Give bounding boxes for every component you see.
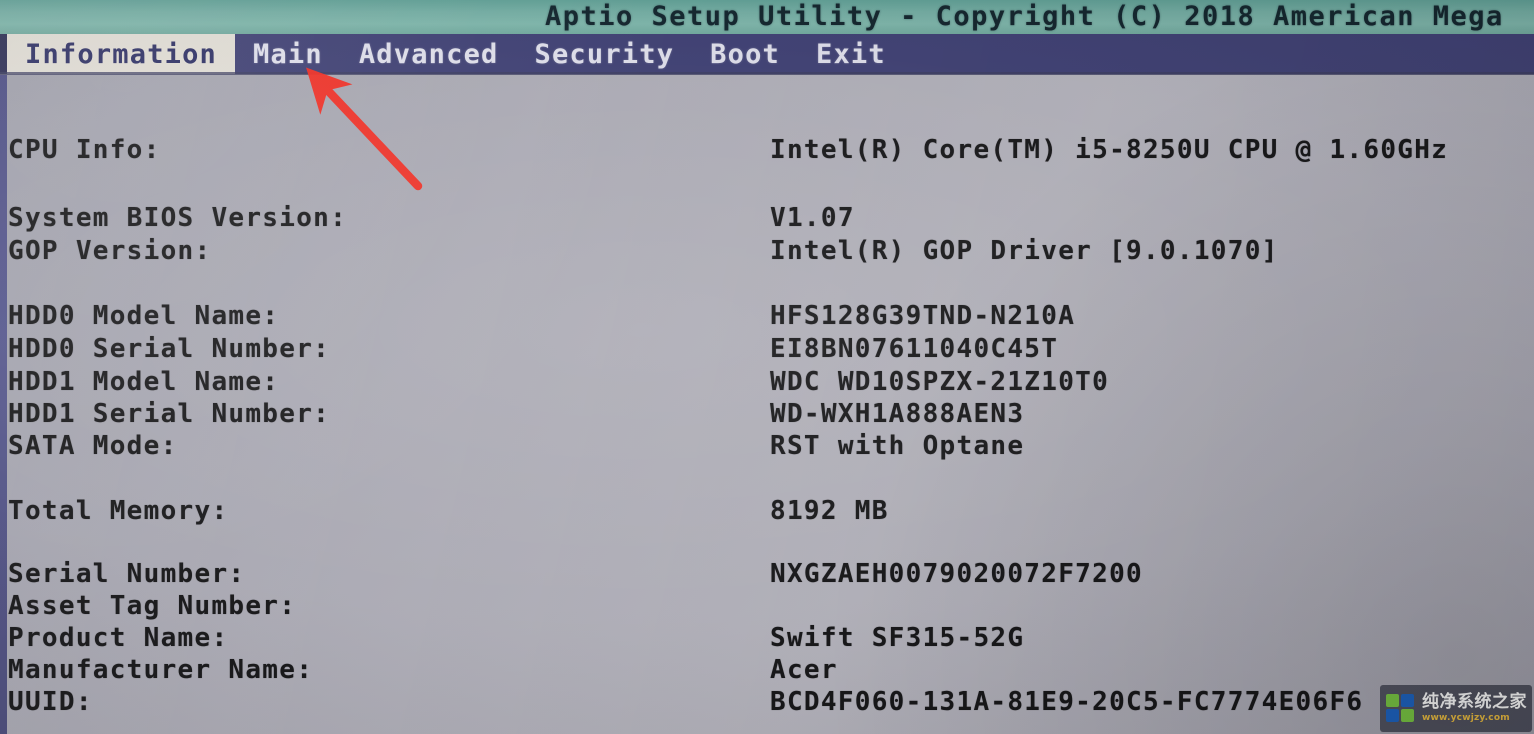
- info-row-label: HDD1 Serial Number:: [8, 399, 331, 429]
- info-row: System BIOS Version: V1.07: [0, 203, 1534, 236]
- info-row-value: WDC WD10SPZX-21Z10T0: [770, 367, 1110, 397]
- panel-left-border: [0, 75, 7, 734]
- info-row-label: Asset Tag Number:: [8, 591, 297, 621]
- bios-setup-screen: Aptio Setup Utility - Copyright (C) 2018…: [0, 0, 1534, 734]
- watermark-url: www.ycwjzy.com: [1422, 713, 1510, 724]
- info-row-value: V1.07: [770, 203, 855, 233]
- info-row-label: HDD1 Model Name:: [8, 367, 280, 397]
- info-row: CPU Info: Intel(R) Core(TM) i5-8250U CPU …: [0, 135, 1534, 168]
- info-row-label: Product Name:: [8, 623, 229, 653]
- watermark-name: 纯净系统之家: [1422, 691, 1527, 712]
- tab-exit[interactable]: Exit: [798, 34, 904, 74]
- info-row-label: HDD0 Serial Number:: [8, 334, 331, 364]
- info-row-value: Acer: [770, 655, 838, 685]
- info-row: SATA Mode: RST with Optane: [0, 431, 1534, 464]
- info-row-value: Intel(R) Core(TM) i5-8250U CPU @ 1.60GHz: [770, 135, 1449, 165]
- info-row-value: Intel(R) GOP Driver [9.0.1070]: [770, 236, 1279, 266]
- info-row-label: CPU Info:: [8, 135, 161, 165]
- info-row-value: Swift SF315-52G: [770, 623, 1025, 653]
- info-row: HDD1 Serial Number: WD-WXH1A888AEN3: [0, 399, 1534, 432]
- info-row: Manufacturer Name: Acer: [0, 655, 1534, 688]
- info-row: HDD1 Model Name: WDC WD10SPZX-21Z10T0: [0, 367, 1534, 400]
- tab-information[interactable]: Information: [7, 34, 236, 74]
- info-row-label: GOP Version:: [8, 236, 212, 266]
- info-row: HDD0 Model Name: HFS128G39TND-N210A: [0, 301, 1534, 334]
- info-row-value: NXGZAEH0079020072F7200: [770, 559, 1143, 589]
- watermark-logo-icon: [1386, 693, 1416, 724]
- menu-underline-divider: [0, 72, 1534, 75]
- titlebar-text: Aptio Setup Utility - Copyright (C) 2018…: [545, 1, 1504, 32]
- info-row: Product Name: Swift SF315-52G: [0, 623, 1534, 656]
- info-row-label: Serial Number:: [8, 559, 246, 589]
- site-watermark: 纯净系统之家 www.ycwjzy.com: [1380, 685, 1532, 732]
- tab-main[interactable]: Main: [235, 34, 341, 74]
- info-row-value: 8192 MB: [770, 496, 889, 526]
- tab-boot[interactable]: Boot: [692, 34, 798, 74]
- info-row-label: Manufacturer Name:: [8, 655, 314, 685]
- info-row: GOP Version: Intel(R) GOP Driver [9.0.107…: [0, 236, 1534, 269]
- titlebar: Aptio Setup Utility - Copyright (C) 2018…: [0, 0, 1534, 34]
- info-row-label: Total Memory:: [8, 496, 229, 526]
- info-row-label: HDD0 Model Name:: [8, 301, 280, 331]
- info-row-value: EI8BN07611040C45T: [770, 334, 1059, 364]
- info-row-label: UUID:: [8, 687, 93, 717]
- info-row-value: RST with Optane: [770, 431, 1025, 461]
- info-row-value: WD-WXH1A888AEN3: [770, 399, 1025, 429]
- info-row: Asset Tag Number:: [0, 591, 1534, 624]
- info-row: UUID: BCD4F060-131A-81E9-20C5-FC7774E06F6: [0, 687, 1534, 720]
- tab-advanced[interactable]: Advanced: [341, 34, 517, 74]
- info-row-value: BCD4F060-131A-81E9-20C5-FC7774E06F6: [770, 687, 1364, 717]
- info-row: Serial Number: NXGZAEH0079020072F7200: [0, 559, 1534, 592]
- menu-bar: Information Main Advanced Security Boot Exit: [0, 34, 1534, 74]
- information-panel: CPU Info: Intel(R) Core(TM) i5-8250U CPU …: [0, 75, 1534, 734]
- info-row-label: System BIOS Version:: [8, 203, 348, 233]
- tab-security[interactable]: Security: [517, 34, 693, 74]
- info-row-label: SATA Mode:: [8, 431, 178, 461]
- info-row: Total Memory: 8192 MB: [0, 496, 1534, 529]
- menu-tabs: Information Main Advanced Security Boot Exit: [0, 34, 904, 74]
- info-row: HDD0 Serial Number: EI8BN07611040C45T: [0, 334, 1534, 367]
- info-row-value: HFS128G39TND-N210A: [770, 301, 1076, 331]
